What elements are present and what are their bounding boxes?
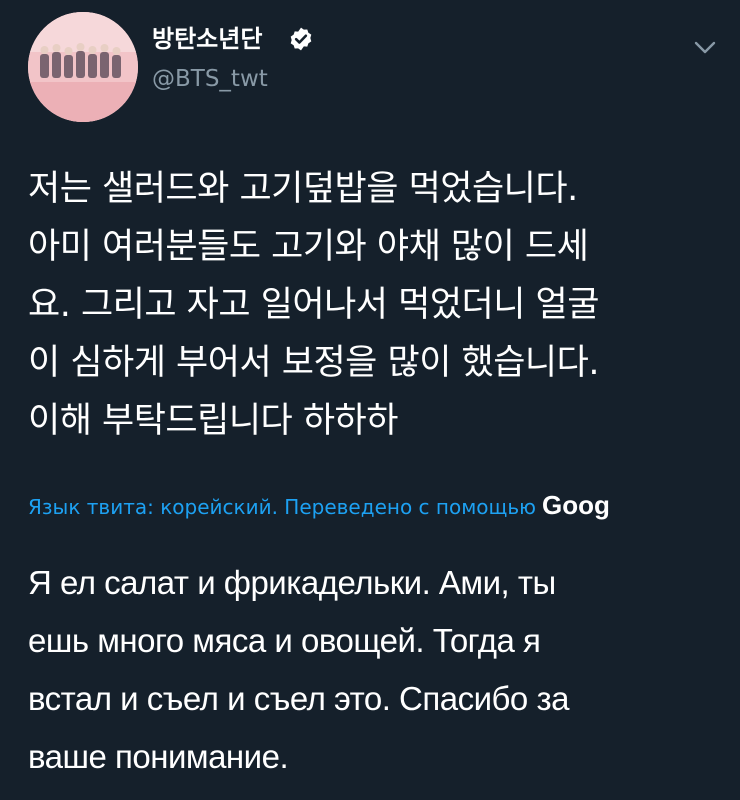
tweet-text-line: 이해 부탁드립니다 하하하 (28, 401, 398, 441)
translated-text-line: Я ел салат и фрикадельки. Ами, ты (28, 564, 556, 601)
verified-badge-icon (290, 27, 312, 51)
tweet-text-line: 저는 샐러드와 고기덮밥을 먹었습니다. (28, 169, 578, 209)
tweet-text-line: 요. 그리고 자고 일어나서 먹었더니 얼굴 (28, 285, 599, 325)
translated-text-line: ваше понимание. (28, 738, 289, 775)
translation-attribution-link[interactable]: Язык твита: корейский. Переведено с помо… (28, 488, 740, 522)
chevron-down-icon[interactable] (688, 30, 722, 64)
avatar-image (28, 12, 138, 122)
user-handle[interactable]: @BTS_twt (152, 64, 268, 94)
tweet-text: 저는 샐러드와 고기덮밥을 먹었습니다. 아미 여러분들도 고기와 야채 많이 … (28, 160, 718, 450)
google-logo: Goog (542, 490, 610, 520)
translated-text-line: встал и съел и съел это. Спасибо за (28, 680, 569, 717)
translation-attribution-label: Язык твита: корейский. Переведено с помо… (28, 495, 536, 519)
tweet: 방탄소년단 @BTS_twt 저는 샐러드와 고기덮밥을 먹었습니다. 아미 여… (0, 0, 740, 800)
display-name[interactable]: 방탄소년단 (152, 24, 262, 54)
translated-text-line: ешь много мяса и овощей. Тогда я (28, 622, 541, 659)
tweet-text-line: 아미 여러분들도 고기와 야채 많이 드세 (28, 227, 589, 267)
tweet-text-line: 이 심하게 부어서 보정을 많이 했습니다. (28, 343, 599, 383)
avatar[interactable] (28, 12, 138, 122)
translated-text: Я ел салат и фрикадельки. Ами, ты ешь мн… (28, 554, 728, 786)
